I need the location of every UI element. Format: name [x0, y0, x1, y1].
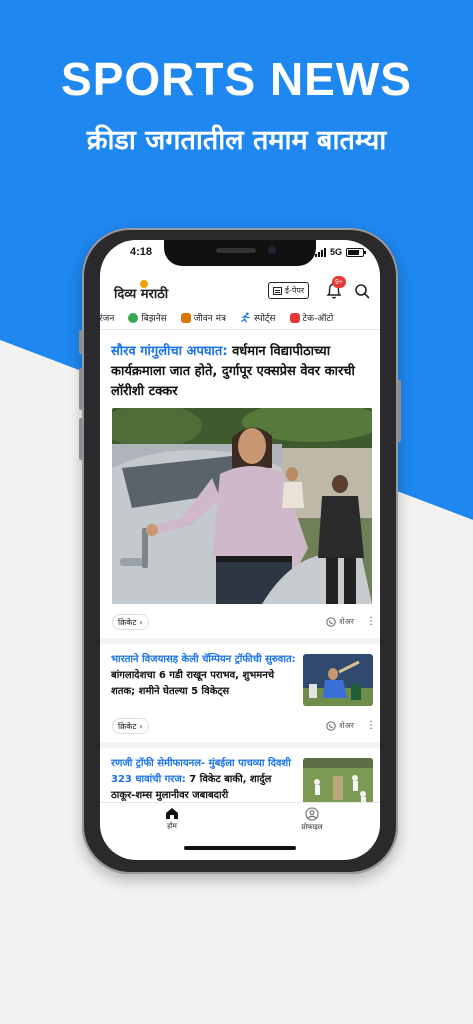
profile-icon — [305, 807, 319, 821]
category-label: क्रिकेट — [118, 617, 137, 627]
headline-accent: भारताने विजयासह केली चॅम्पियन ट्रॉफीची स… — [111, 654, 296, 665]
logo-sun-icon — [140, 280, 148, 288]
headline-rest: बांगलादेशचा 6 गडी राखून पराभव, शुभमनचे श… — [111, 670, 275, 697]
share-label: शेअर — [339, 721, 354, 730]
tab-business[interactable]: बिझनेस — [121, 306, 173, 329]
category-tabs: रंजन बिझनेस जीवन मंत्र स्पोर्ट्स टेक-ऑटो — [100, 306, 380, 330]
signal-icon — [314, 247, 326, 257]
search-icon[interactable] — [354, 283, 370, 299]
tab-label: जीवन मंत्र — [193, 314, 226, 324]
phone-mute-switch — [79, 330, 83, 354]
home-indicator[interactable] — [184, 846, 296, 850]
lead-story-headline[interactable]: सौरव गांगुलीचा अपघात: वर्धमान विद्यापीठा… — [111, 342, 373, 402]
rupee-icon — [128, 312, 139, 323]
story-thumbnail — [303, 654, 373, 706]
whatsapp-icon — [326, 616, 336, 627]
story-thumbnail — [303, 758, 373, 804]
bottom-navigation: होम प्रोफाइल — [100, 802, 380, 842]
tab-sports[interactable]: स्पोर्ट्स — [233, 306, 283, 329]
chevron-right-icon: › — [139, 617, 143, 627]
share-label: शेअर — [339, 617, 354, 626]
divider — [100, 638, 380, 644]
phone-screen: 4:18 5G दिव्य मराठी ई-पेपर 9+ रंजन बिझने… — [100, 240, 380, 860]
list-item[interactable]: रणजी ट्रॉफी सेमीफायनल- मुंबईला पाचव्या द… — [111, 756, 373, 804]
newspaper-icon — [273, 286, 282, 295]
phone-volume-up — [79, 368, 83, 410]
notch — [164, 240, 316, 266]
network-label: 5G — [329, 247, 342, 257]
front-camera — [268, 246, 276, 254]
notification-badge: 9+ — [332, 276, 346, 288]
tab-label: स्पोर्ट्स — [253, 314, 276, 324]
tab-label: टेक-ऑटो — [302, 314, 334, 324]
car-icon — [289, 312, 300, 323]
share-button[interactable]: शेअर — [326, 720, 354, 731]
lead-story-image[interactable] — [112, 408, 372, 604]
lead-story-meta: क्रिकेट › शेअर ⋮ — [112, 614, 376, 630]
divider — [100, 742, 380, 748]
status-time: 4:18 — [130, 246, 153, 258]
running-icon — [241, 312, 250, 323]
category-label: क्रिकेट — [118, 721, 137, 731]
epaper-label: ई-पेपर — [285, 286, 305, 295]
promo-title: SPORTS NEWS — [61, 53, 412, 105]
chevron-right-icon: › — [139, 721, 143, 731]
app-header: दिव्य मराठी ई-पेपर 9+ — [100, 276, 380, 306]
nav-home[interactable]: होम — [142, 807, 202, 831]
story-headline: भारताने विजयासह केली चॅम्पियन ट्रॉफीची स… — [111, 652, 297, 700]
story-meta: क्रिकेट › शेअर ⋮ — [112, 718, 376, 734]
phone-volume-down — [79, 418, 83, 460]
drum-icon — [180, 312, 191, 323]
tab-entertainment[interactable]: रंजन — [100, 306, 121, 329]
story-headline: रणजी ट्रॉफी सेमीफायनल- मुंबईला पाचव्या द… — [111, 756, 297, 804]
phone-power-button — [397, 380, 401, 442]
category-chip[interactable]: क्रिकेट › — [112, 614, 149, 630]
more-options-icon[interactable]: ⋮ — [366, 719, 376, 732]
logo[interactable]: दिव्य मराठी — [114, 280, 168, 302]
share-button[interactable]: शेअर — [326, 616, 354, 627]
tab-tech-auto[interactable]: टेक-ऑटो — [283, 306, 341, 329]
nav-profile[interactable]: प्रोफाइल — [282, 807, 342, 832]
battery-icon — [346, 247, 366, 257]
news-feed: सौरव गांगुलीचा अपघात: वर्धमान विद्यापीठा… — [100, 332, 380, 804]
promo-subtitle: क्रीडा जगतातील तमाम बातम्या — [86, 125, 387, 156]
epaper-button[interactable]: ई-पेपर — [268, 282, 310, 299]
whatsapp-icon — [326, 720, 336, 731]
category-chip[interactable]: क्रिकेट › — [112, 718, 149, 734]
home-icon — [166, 808, 178, 819]
nav-home-label: होम — [167, 822, 177, 830]
headline-accent: सौरव गांगुलीचा अपघात: — [111, 344, 228, 359]
tab-label: बिझनेस — [141, 314, 167, 324]
tab-jeevan-mantra[interactable]: जीवन मंत्र — [174, 306, 233, 329]
status-indicators: 5G — [314, 247, 366, 257]
speaker — [216, 248, 256, 253]
tab-label: रंजन — [100, 314, 115, 324]
nav-profile-label: प्रोफाइल — [301, 823, 323, 831]
more-options-icon[interactable]: ⋮ — [366, 615, 376, 628]
